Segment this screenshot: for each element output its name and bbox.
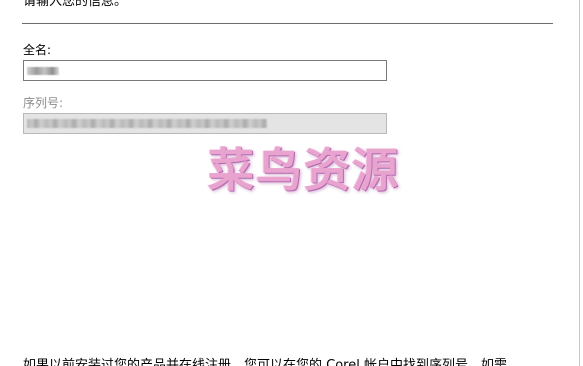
serial-number-label: 序列号:	[23, 96, 64, 110]
header-divider	[22, 23, 553, 24]
full-name-input[interactable]	[23, 60, 387, 81]
serial-help-text: 如果以前安装过您的产品并在线注册，您可以在您的 Corel 帐户中找到序列号。如…	[23, 358, 507, 366]
window-right-edge	[579, 0, 580, 366]
full-name-redacted-value	[27, 67, 59, 75]
watermark-text: 菜鸟资源	[208, 143, 400, 197]
full-name-label: 全名:	[23, 43, 52, 57]
instruction-text: 请输入您的信息。	[23, 0, 128, 9]
serial-number-redacted-value	[27, 119, 267, 128]
registration-page: 请输入您的信息。 全名: 序列号: 菜鸟资源 如果以前安装过您的产品并在线注册，…	[0, 0, 583, 366]
